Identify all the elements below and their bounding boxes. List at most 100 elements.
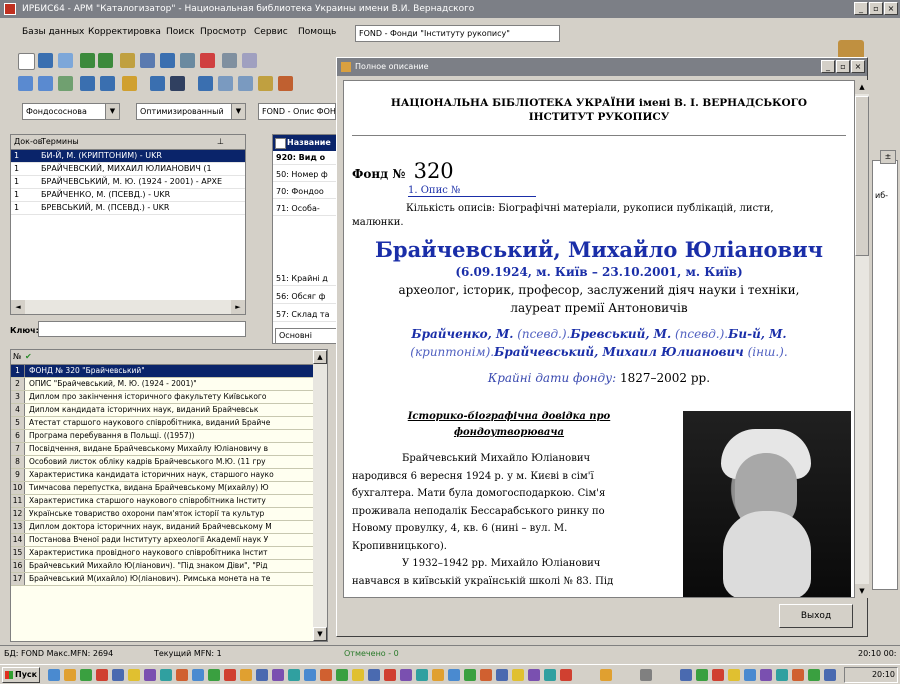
tray-icon[interactable]: [728, 669, 740, 681]
scroll-down-icon[interactable]: ▼: [855, 584, 869, 598]
edit-icon[interactable]: [122, 76, 137, 91]
quicklaunch-icon[interactable]: [368, 669, 380, 681]
tray-icon[interactable]: [680, 669, 692, 681]
quicklaunch-icon[interactable]: [496, 669, 508, 681]
list-icon[interactable]: [238, 76, 253, 91]
field-row[interactable]: 70: Фондоо: [273, 186, 341, 199]
expand-button[interactable]: ±: [880, 150, 896, 164]
quicklaunch-icon[interactable]: [352, 669, 364, 681]
tray-icon[interactable]: [760, 669, 772, 681]
import-icon[interactable]: [100, 76, 115, 91]
quicklaunch-icon[interactable]: [464, 669, 476, 681]
grid-icon[interactable]: [170, 76, 185, 91]
record-row[interactable]: 16 Брайчевський Михайло Ю(ліанович). "Під…: [11, 560, 313, 573]
field-row[interactable]: 57: Склад та: [273, 309, 341, 322]
pin-icon[interactable]: ⊥: [217, 135, 224, 149]
quicklaunch-icon[interactable]: [304, 669, 316, 681]
menu-search[interactable]: Поиск: [166, 27, 195, 37]
quicklaunch-icon[interactable]: [288, 669, 300, 681]
col-count-header[interactable]: Док-ов: [14, 135, 42, 149]
record-row[interactable]: 15 Характеристика провідного наукового сп…: [11, 547, 313, 560]
scroll-right-icon[interactable]: ►: [231, 300, 245, 314]
dialog-minimize-button[interactable]: _: [821, 60, 835, 73]
quicklaunch-icon[interactable]: [128, 669, 140, 681]
col-number-header[interactable]: №: [13, 350, 21, 364]
tray-icon[interactable]: [776, 669, 788, 681]
quicklaunch-icon[interactable]: [224, 669, 236, 681]
table-icon[interactable]: [140, 53, 155, 68]
tray-icon[interactable]: [824, 669, 836, 681]
dictionary-row[interactable]: 1 БРАЙЧЕНКО, М. (ПСЕВД.) - UKR: [11, 189, 245, 202]
tray-icon[interactable]: [744, 669, 756, 681]
quicklaunch-icon[interactable]: [240, 669, 252, 681]
tray-icon[interactable]: [808, 669, 820, 681]
bookmark-icon[interactable]: [278, 76, 293, 91]
quicklaunch-icon[interactable]: [176, 669, 188, 681]
fund-type-select[interactable]: Фондососнова ▼: [22, 103, 120, 120]
record-row[interactable]: 1 ФОНД № 320 "Брайчевський": [11, 365, 313, 378]
field-row[interactable]: 56: Обсяг ф: [273, 291, 341, 304]
link-icon[interactable]: [198, 76, 213, 91]
dialog-maximize-button[interactable]: ▫: [836, 60, 850, 73]
quicklaunch-icon[interactable]: [112, 669, 124, 681]
tray-icon[interactable]: [696, 669, 708, 681]
scroll-up-icon[interactable]: ▲: [855, 80, 869, 94]
key-icon[interactable]: [258, 76, 273, 91]
quicklaunch-icon[interactable]: [80, 669, 92, 681]
quicklaunch-icon[interactable]: [336, 669, 348, 681]
scroll-down-icon[interactable]: ▼: [313, 627, 327, 641]
dictionary-hscroll[interactable]: ◄ ►: [11, 300, 245, 314]
delete-icon[interactable]: [200, 53, 215, 68]
quicklaunch-icon[interactable]: [48, 669, 60, 681]
field-row[interactable]: 50: Номер ф: [273, 169, 341, 182]
tab-main-info[interactable]: Основні відом: [275, 328, 341, 343]
chevron-down-icon[interactable]: ▼: [231, 104, 245, 119]
record-row[interactable]: 2 ОПИС "Брайчевський, М. Ю. (1924 - 2001)…: [11, 378, 313, 391]
doc-icon[interactable]: [218, 76, 233, 91]
menu-databases[interactable]: Базы данных: [22, 27, 84, 37]
quicklaunch-icon[interactable]: [544, 669, 556, 681]
quicklaunch-icon[interactable]: [208, 669, 220, 681]
scroll-left-icon[interactable]: ◄: [11, 300, 25, 314]
dialog-close-button[interactable]: ×: [851, 60, 865, 73]
quicklaunch-icon[interactable]: [256, 669, 268, 681]
record-row[interactable]: 11 Характеристика старшого наукового спів…: [11, 495, 313, 508]
quicklaunch-icon[interactable]: [448, 669, 460, 681]
format-icon[interactable]: [180, 53, 195, 68]
quicklaunch-icon[interactable]: [160, 669, 172, 681]
record-row[interactable]: 7 Посвідчення, видане Брайчевському Михай…: [11, 443, 313, 456]
mode-select[interactable]: Оптимизированный ▼: [136, 103, 246, 120]
dictionary-row[interactable]: 1 БРАЙЧЕВСКИЙ, МИХАИЛ ЮЛИАНОВИЧ (1: [11, 163, 245, 176]
window-button-icon[interactable]: [640, 669, 652, 681]
quicklaunch-icon[interactable]: [480, 669, 492, 681]
print-icon[interactable]: [58, 53, 73, 68]
language-icon[interactable]: [600, 669, 612, 681]
record-row[interactable]: 14 Постанова Вченої ради Інституту археол…: [11, 534, 313, 547]
record-row[interactable]: 12 Українське товариство охорони пам'яток…: [11, 508, 313, 521]
back-icon[interactable]: [80, 53, 95, 68]
menu-help[interactable]: Помощь: [298, 27, 336, 37]
key-input[interactable]: [38, 321, 246, 337]
col-terms-header[interactable]: Термины: [41, 135, 79, 149]
record-row[interactable]: 4 Диплом кандидата історичних наук, видан…: [11, 404, 313, 417]
view-icon[interactable]: [150, 76, 165, 91]
record-row[interactable]: 3 Диплом про закінчення історичного факул…: [11, 391, 313, 404]
quicklaunch-icon[interactable]: [432, 669, 444, 681]
opys-link[interactable]: 1. Опис №: [408, 185, 536, 197]
quicklaunch-icon[interactable]: [560, 669, 572, 681]
tray-icon[interactable]: [792, 669, 804, 681]
quicklaunch-icon[interactable]: [320, 669, 332, 681]
close-button[interactable]: ×: [884, 2, 898, 15]
exit-button[interactable]: Выход: [779, 604, 853, 628]
scroll-up-icon[interactable]: ▲: [313, 350, 327, 364]
search-icon[interactable]: [18, 76, 33, 91]
settings-icon[interactable]: [242, 53, 257, 68]
copy-icon[interactable]: [120, 53, 135, 68]
database-select[interactable]: FOND - Фонди "Інституту рукопису": [355, 25, 560, 42]
forward-icon[interactable]: [98, 53, 113, 68]
filter-icon[interactable]: [38, 76, 53, 91]
record-row[interactable]: 5 Атестат старшого наукового співробітник…: [11, 417, 313, 430]
menu-service[interactable]: Сервис: [254, 27, 288, 37]
dictionary-row[interactable]: 1 БИ-Й, М. (КРИПТОНИМ) - UKR: [11, 150, 245, 163]
save-icon[interactable]: [38, 53, 53, 68]
